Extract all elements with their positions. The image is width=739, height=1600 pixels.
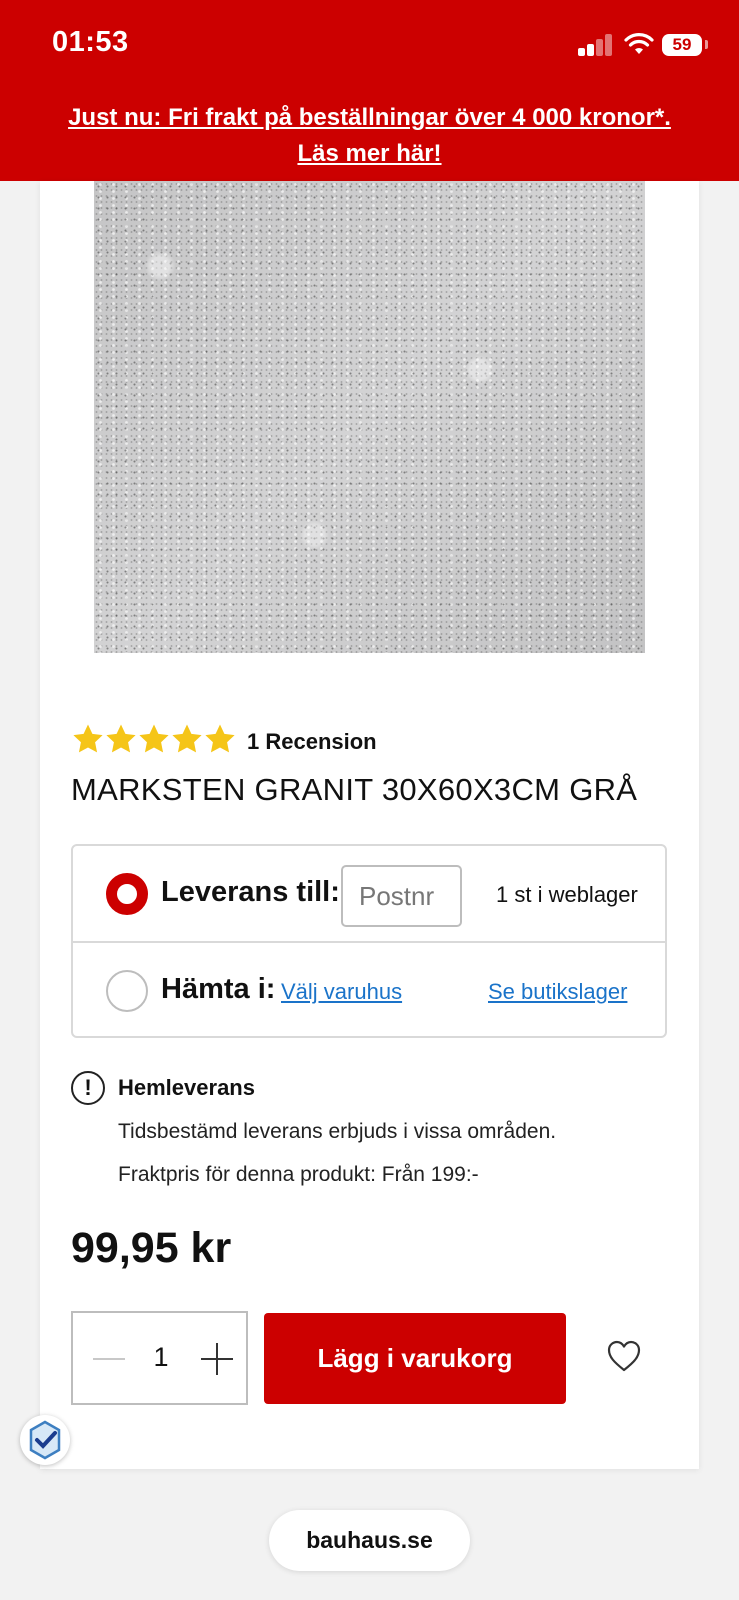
address-bar[interactable]: bauhaus.se bbox=[269, 1510, 470, 1571]
plus-icon[interactable] bbox=[199, 1341, 235, 1377]
store-stock-link[interactable]: Se butikslager bbox=[488, 979, 627, 1005]
star-icon bbox=[104, 722, 138, 756]
quantity-value[interactable]: 1 bbox=[143, 1342, 179, 1373]
top-banner: 01:53 59 Just nu: Fri frakt på beställni… bbox=[0, 0, 739, 181]
quantity-stepper: 1 bbox=[71, 1311, 248, 1405]
battery-indicator: 59 bbox=[662, 34, 702, 56]
star-icon bbox=[71, 722, 105, 756]
divider bbox=[73, 941, 665, 943]
star-icon bbox=[170, 722, 204, 756]
delivery-options: Leverans till: 1 st i weblager Hämta i: … bbox=[71, 844, 667, 1038]
promo-line-1: Just nu: Fri frakt på beställningar över… bbox=[68, 104, 671, 131]
info-line-1: Tidsbestämd leverans erbjuds i vissa omr… bbox=[118, 1120, 557, 1143]
product-image[interactable] bbox=[94, 181, 645, 653]
trust-badge[interactable] bbox=[20, 1415, 70, 1465]
status-time: 01:53 bbox=[52, 26, 129, 58]
pickup-radio[interactable] bbox=[106, 970, 148, 1012]
heart-icon[interactable] bbox=[606, 1339, 642, 1373]
minus-icon[interactable] bbox=[91, 1341, 127, 1377]
promo-line-2: Läs mer här! bbox=[297, 140, 442, 167]
postnr-input[interactable] bbox=[341, 865, 462, 927]
delivery-option-label[interactable]: Leverans till: bbox=[161, 876, 340, 909]
battery-nub bbox=[705, 40, 708, 49]
info-icon: ! bbox=[71, 1071, 105, 1105]
signal-icon bbox=[578, 34, 614, 56]
promo-link[interactable]: Just nu: Fri frakt på beställningar över… bbox=[20, 100, 719, 172]
review-count-link[interactable]: 1 Recension bbox=[247, 729, 377, 755]
pickup-option-label[interactable]: Hämta i: bbox=[161, 973, 275, 1006]
product-title: MARKSTEN GRANIT 30X60X3CM GRÅ bbox=[71, 772, 638, 807]
trust-badge-icon bbox=[29, 1420, 61, 1460]
add-to-cart-button[interactable]: Lägg i varukorg bbox=[264, 1313, 566, 1404]
web-stock-text: 1 st i weblager bbox=[496, 882, 638, 907]
wifi-icon bbox=[624, 33, 654, 54]
choose-store-link[interactable]: Välj varuhus bbox=[281, 979, 402, 1005]
product-card bbox=[40, 181, 699, 1469]
info-title: Hemleverans bbox=[118, 1075, 255, 1100]
info-line-2: Fraktpris för denna produkt: Från 199:- bbox=[118, 1163, 479, 1186]
product-price: 99,95 kr bbox=[71, 1224, 232, 1272]
star-icon bbox=[137, 722, 171, 756]
star-icon bbox=[203, 722, 237, 756]
delivery-radio[interactable] bbox=[106, 873, 148, 915]
